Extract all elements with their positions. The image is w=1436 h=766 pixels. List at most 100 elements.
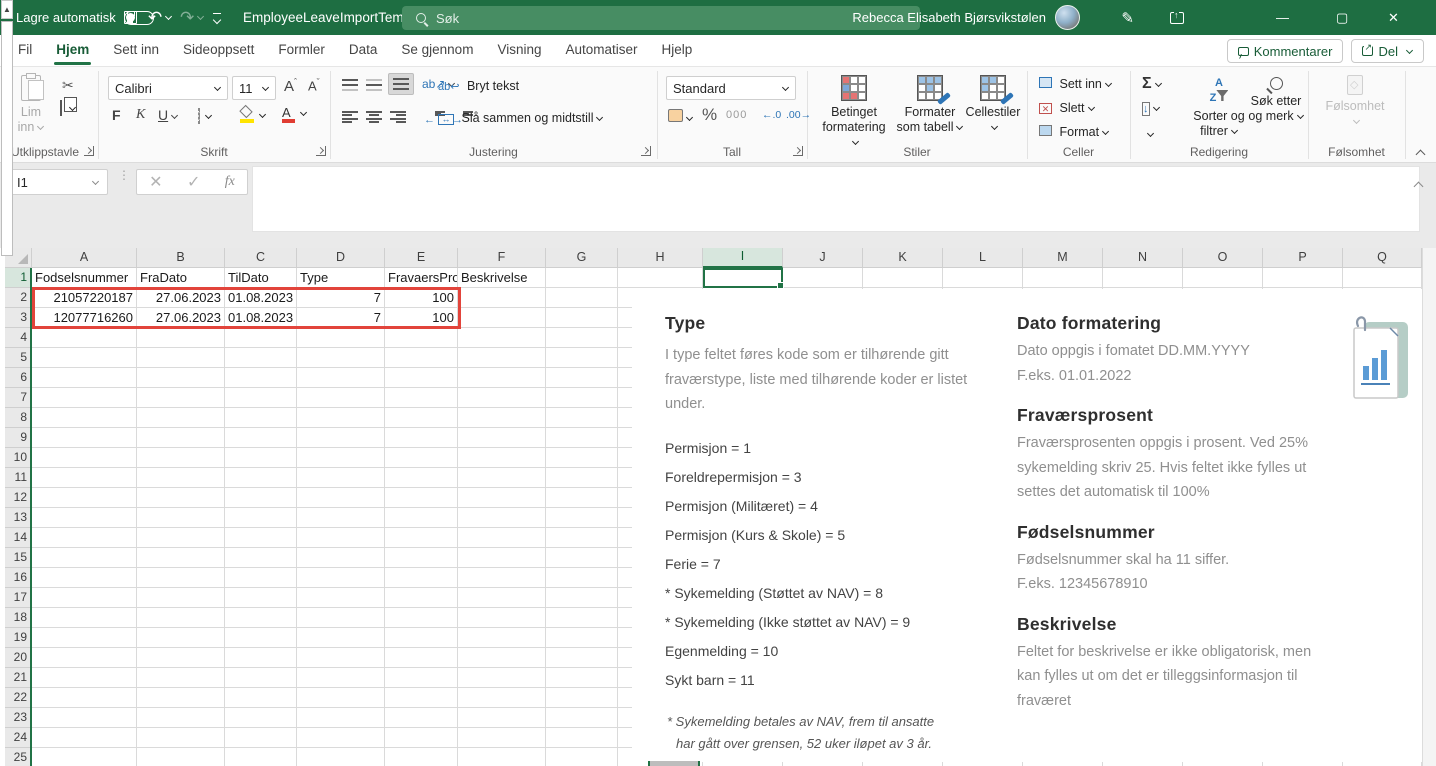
grid-cell-G23[interactable] (546, 708, 618, 728)
grid-cell-A8[interactable] (32, 408, 137, 428)
vertical-scrollbar[interactable] (1422, 248, 1436, 766)
grid-cell-M1[interactable] (1023, 268, 1103, 288)
percent-style-button[interactable]: % (702, 105, 717, 125)
grid-cell-A25[interactable] (32, 748, 137, 766)
grid-cell-D2[interactable]: 7 (297, 288, 385, 308)
cut-button[interactable]: ✂ (62, 77, 74, 94)
grid-cell-D7[interactable] (297, 388, 385, 408)
grid-cell-C2[interactable]: 01.08.2023 (225, 288, 297, 308)
collapse-ribbon-button[interactable] (1417, 147, 1424, 161)
row-header-7[interactable]: 7 (5, 388, 32, 408)
grid-cell-B13[interactable] (137, 508, 225, 528)
insert-cells-button[interactable]: Sett inn (1039, 77, 1112, 91)
editing-mode-button[interactable]: ✎ (1121, 0, 1134, 35)
grid-cell-A2[interactable]: 21057220187 (32, 288, 137, 308)
grid-cell-G4[interactable] (546, 328, 618, 348)
grid-cell-B2[interactable]: 27.06.2023 (137, 288, 225, 308)
grid-cell-F18[interactable] (458, 608, 546, 628)
account-avatar[interactable] (1055, 0, 1080, 35)
tab-sideoppsett[interactable]: Sideoppsett (171, 35, 266, 67)
grid-cell-E4[interactable] (385, 328, 458, 348)
tab-hjelp[interactable]: Hjelp (650, 35, 705, 67)
row-header-11[interactable]: 11 (5, 468, 32, 488)
grid-cell-E23[interactable] (385, 708, 458, 728)
account-name[interactable]: Rebecca Elisabeth Bjørsvikstølen (852, 0, 1046, 35)
align-bottom-button[interactable] (388, 73, 414, 95)
grid-cell-D22[interactable] (297, 688, 385, 708)
grid-cell-E17[interactable] (385, 588, 458, 608)
grid-cell-A12[interactable] (32, 488, 137, 508)
grid-cell-A11[interactable] (32, 468, 137, 488)
column-header-J[interactable]: J (783, 248, 863, 268)
grid-cell-A14[interactable] (32, 528, 137, 548)
row-header-8[interactable]: 8 (5, 408, 32, 428)
tab-automatiser[interactable]: Automatiser (554, 35, 650, 67)
grid-cell-D12[interactable] (297, 488, 385, 508)
maximize-button[interactable]: ▢ (1336, 0, 1376, 35)
grid-cell-E5[interactable] (385, 348, 458, 368)
tab-visning[interactable]: Visning (485, 35, 553, 67)
column-header-P[interactable]: P (1263, 248, 1343, 268)
grid-cell-C5[interactable] (225, 348, 297, 368)
grid-cell-F12[interactable] (458, 488, 546, 508)
grow-font-button[interactable]: Aˆ (284, 77, 297, 95)
grid-cell-A24[interactable] (32, 728, 137, 748)
grid-cell-D3[interactable]: 7 (297, 308, 385, 328)
grid-cell-A17[interactable] (32, 588, 137, 608)
grid-cell-C8[interactable] (225, 408, 297, 428)
grid-cell-D20[interactable] (297, 648, 385, 668)
grid-cell-G6[interactable] (546, 368, 618, 388)
column-header-C[interactable]: C (225, 248, 297, 268)
grid-cell-G8[interactable] (546, 408, 618, 428)
find-select-button[interactable]: Søk etterog merk (1248, 77, 1304, 124)
grid-cell-A13[interactable] (32, 508, 137, 528)
grid-cell-F4[interactable] (458, 328, 546, 348)
grid-cell-N1[interactable] (1103, 268, 1183, 288)
grid-cell-K1[interactable] (863, 268, 943, 288)
grid-cell-D11[interactable] (297, 468, 385, 488)
font-color-button[interactable]: A (282, 105, 307, 120)
grid-cell-B18[interactable] (137, 608, 225, 628)
row-header-22[interactable]: 22 (5, 688, 32, 708)
conditional-formatting-button[interactable]: Betingetformatering (818, 75, 890, 150)
grid-cell-C9[interactable] (225, 428, 297, 448)
grid-cell-G25[interactable] (546, 748, 618, 766)
grid-cell-E6[interactable] (385, 368, 458, 388)
info-panel-object[interactable]: Type I type feltet føres kode som er til… (632, 289, 1422, 762)
grid-cell-C21[interactable] (225, 668, 297, 688)
row-header-2[interactable]: 2 (5, 288, 32, 308)
grid-cell-F19[interactable] (458, 628, 546, 648)
formula-input[interactable] (252, 166, 1420, 232)
grid-cell-D23[interactable] (297, 708, 385, 728)
grid-cell-B23[interactable] (137, 708, 225, 728)
copy-button[interactable] (60, 101, 76, 115)
grid-cell-F20[interactable] (458, 648, 546, 668)
grid-cell-D5[interactable] (297, 348, 385, 368)
enter-entry-button[interactable]: ✓ (187, 172, 200, 192)
grid-cell-D16[interactable] (297, 568, 385, 588)
grid-cell-G1[interactable] (546, 268, 618, 288)
grid-cell-B12[interactable] (137, 488, 225, 508)
grid-cell-D8[interactable] (297, 408, 385, 428)
grid-cell-B20[interactable] (137, 648, 225, 668)
align-center-button[interactable] (366, 111, 382, 123)
grid-cell-B24[interactable] (137, 728, 225, 748)
row-header-21[interactable]: 21 (5, 668, 32, 688)
column-header-B[interactable]: B (137, 248, 225, 268)
shrink-font-button[interactable]: Aˇ (308, 77, 320, 93)
grid-cell-D17[interactable] (297, 588, 385, 608)
grid-cell-E15[interactable] (385, 548, 458, 568)
grid-cell-C7[interactable] (225, 388, 297, 408)
grid-cell-J1[interactable] (783, 268, 863, 288)
number-format-select[interactable]: Standard (666, 76, 796, 100)
grid-cell-B11[interactable] (137, 468, 225, 488)
close-button[interactable]: ✕ (1388, 0, 1428, 35)
grid-cell-D4[interactable] (297, 328, 385, 348)
format-cells-button[interactable]: Format (1039, 125, 1109, 139)
grid-cell-C23[interactable] (225, 708, 297, 728)
grid-cell-A23[interactable] (32, 708, 137, 728)
grid-cell-B21[interactable] (137, 668, 225, 688)
grid-cell-D18[interactable] (297, 608, 385, 628)
comments-button[interactable]: Kommentarer (1227, 39, 1344, 63)
grid-cell-C4[interactable] (225, 328, 297, 348)
